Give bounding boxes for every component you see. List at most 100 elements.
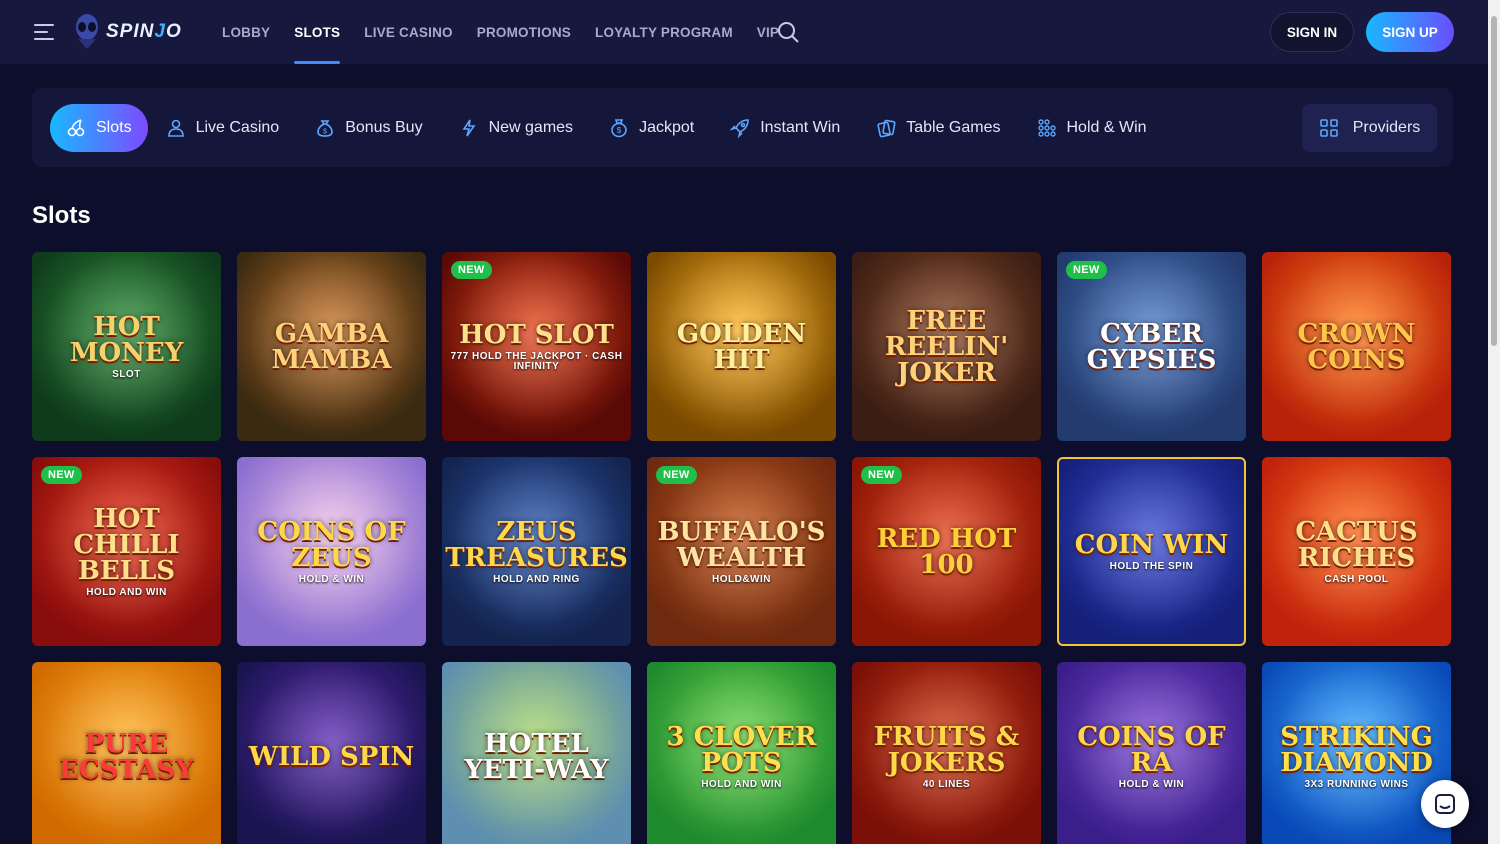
game-title-text: Golden Hit	[676, 318, 807, 375]
game-title: Crown Coins	[1262, 321, 1451, 373]
nav-lobby[interactable]: LOBBY	[222, 0, 270, 64]
game-tile[interactable]: Striking Diamond 3X3 RUNNING WINS	[1262, 662, 1451, 844]
game-tile[interactable]: NEW Buffalo's Wealth HOLD&WIN	[647, 457, 836, 646]
game-title-text: Cyber Gypsies	[1086, 318, 1217, 375]
category-live-casino[interactable]: Live Casino	[148, 104, 298, 152]
game-title: Red Hot 100	[852, 526, 1041, 578]
logo-wordmark: SPINJO	[106, 21, 182, 42]
sign-in-button[interactable]: SIGN IN	[1270, 12, 1354, 52]
category-hold-and-win[interactable]: Hold & Win	[1019, 104, 1165, 152]
game-tile[interactable]: Wild Spin	[237, 662, 426, 844]
cherries-icon	[67, 119, 85, 137]
game-title: Free Reelin' Joker	[852, 308, 1041, 386]
game-title: Golden Hit	[647, 321, 836, 373]
game-title: Cyber Gypsies	[1057, 321, 1246, 373]
category-label: Slots	[96, 119, 132, 136]
game-title: 3 Clover Pots HOLD AND WIN	[647, 724, 836, 790]
providers-button[interactable]: Providers	[1302, 104, 1437, 152]
game-title-text: Red Hot 100	[876, 523, 1017, 580]
game-tile[interactable]: Zeus Treasures HOLD AND RING	[442, 457, 631, 646]
game-title-text: Cactus Riches	[1295, 516, 1418, 573]
game-tile[interactable]: Hotel Yeti-Way	[442, 662, 631, 844]
section-title: Slots	[32, 202, 91, 229]
category-label: Table Games	[906, 119, 1001, 136]
game-title: Hot Slot 777 HOLD THE JACKPOT · CASH INFI…	[442, 322, 631, 372]
category-table-games[interactable]: Table Games	[858, 104, 1018, 152]
game-title: Fruits & Jokers 40 LINES	[852, 724, 1041, 790]
coin-bag-icon: $	[611, 119, 627, 138]
lightning-icon	[462, 119, 476, 137]
category-label: Bonus Buy	[345, 119, 423, 136]
game-subtitle: 40 LINES	[922, 778, 971, 790]
rocket-icon	[730, 119, 750, 138]
game-title: Coin Win HOLD THE SPIN	[1067, 532, 1236, 572]
alien-logo-icon	[76, 14, 98, 49]
game-tile[interactable]: NEW Hot Chilli Bells HOLD AND WIN	[32, 457, 221, 646]
search-icon[interactable]	[776, 20, 800, 44]
game-tile[interactable]: Cactus Riches CASH POOL	[1262, 457, 1451, 646]
game-title-text: Wild Spin	[248, 741, 415, 772]
grid-icon	[1319, 119, 1338, 137]
game-tile[interactable]: Hot Money Slot	[32, 252, 221, 441]
category-label: Hold & Win	[1066, 119, 1147, 136]
category-instant-win[interactable]: Instant Win	[712, 104, 858, 152]
nav-live-casino[interactable]: LIVE CASINO	[364, 0, 452, 64]
game-tile[interactable]: NEW Cyber Gypsies	[1057, 252, 1246, 441]
game-subtitle: Slot	[112, 368, 141, 380]
top-navigation-bar: SPINJO LOBBY SLOTS LIVE CASINO PROMOTION…	[0, 0, 1488, 64]
category-slots[interactable]: Slots	[50, 104, 148, 152]
category-list: Slots Live Casino $ Bonus Buy New games …	[50, 104, 1165, 152]
sign-up-button[interactable]: SIGN UP	[1366, 12, 1454, 52]
game-title-text: Buffalo's Wealth	[657, 516, 826, 573]
page-scrollbar[interactable]	[1488, 0, 1500, 844]
game-tile[interactable]: 3 Clover Pots HOLD AND WIN	[647, 662, 836, 844]
main-nav: LOBBY SLOTS LIVE CASINO PROMOTIONS LOYAL…	[222, 0, 779, 64]
game-title-text: Coins of Ra	[1077, 721, 1226, 778]
game-tile[interactable]: Free Reelin' Joker	[852, 252, 1041, 441]
menu-icon[interactable]	[34, 24, 54, 40]
category-new-games[interactable]: New games	[441, 104, 591, 152]
game-subtitle: 3X3 RUNNING WINS	[1304, 778, 1409, 790]
game-subtitle: HOLD&WIN	[712, 573, 771, 585]
game-tile[interactable]: Fruits & Jokers 40 LINES	[852, 662, 1041, 844]
game-title-text: Hot Chilli Bells	[73, 503, 180, 586]
new-badge: NEW	[41, 466, 82, 484]
game-subtitle: CASH POOL	[1324, 573, 1389, 585]
nav-promotions[interactable]: PROMOTIONS	[477, 0, 571, 64]
game-title: Cactus Riches CASH POOL	[1262, 519, 1451, 585]
nav-slots[interactable]: SLOTS	[294, 0, 341, 64]
svg-text:$: $	[323, 129, 327, 136]
game-subtitle: HOLD AND RING	[493, 573, 580, 585]
game-title-text: Coins of Zeus	[257, 516, 406, 573]
game-tile[interactable]: NEW Red Hot 100	[852, 457, 1041, 646]
category-bonus-buy[interactable]: $ Bonus Buy	[297, 104, 440, 152]
category-jackpot[interactable]: $ Jackpot	[591, 104, 712, 152]
game-tile[interactable]: Golden Hit	[647, 252, 836, 441]
category-label: Instant Win	[760, 119, 841, 136]
game-tile[interactable]: Coins of Zeus HOLD & WIN	[237, 457, 426, 646]
game-tile[interactable]: Coins of Ra HOLD & WIN	[1057, 662, 1246, 844]
game-title: Striking Diamond 3X3 RUNNING WINS	[1262, 724, 1451, 790]
nav-loyalty-program[interactable]: LOYALTY PROGRAM	[595, 0, 733, 64]
game-tile[interactable]: Crown Coins	[1262, 252, 1451, 441]
game-title-text: Striking Diamond	[1280, 721, 1433, 778]
game-title: Hotel Yeti-Way	[442, 731, 631, 783]
category-bar: Slots Live Casino $ Bonus Buy New games …	[32, 88, 1453, 167]
new-badge: NEW	[656, 466, 697, 484]
game-title: Wild Spin	[241, 744, 423, 770]
chat-icon	[1435, 794, 1455, 814]
game-title: Hot Chilli Bells HOLD AND WIN	[32, 506, 221, 598]
chat-button[interactable]	[1421, 780, 1469, 828]
game-tile[interactable]: Gamba Mamba	[237, 252, 426, 441]
game-tile[interactable]: Coin Win HOLD THE SPIN	[1057, 457, 1246, 646]
new-badge: NEW	[1066, 261, 1107, 279]
game-title: Coins of Ra HOLD & WIN	[1057, 724, 1246, 790]
game-subtitle: HOLD AND WIN	[701, 778, 782, 790]
game-title: Gamba Mamba	[237, 321, 426, 373]
dealer-icon	[167, 119, 184, 137]
game-tile[interactable]: Pure Ecstasy	[32, 662, 221, 844]
spinjo-logo[interactable]: SPINJO	[72, 12, 182, 52]
scroll-thumb[interactable]	[1491, 16, 1497, 346]
svg-text:$: $	[617, 126, 622, 135]
game-tile[interactable]: NEW Hot Slot 777 HOLD THE JACKPOT · CASH I…	[442, 252, 631, 441]
